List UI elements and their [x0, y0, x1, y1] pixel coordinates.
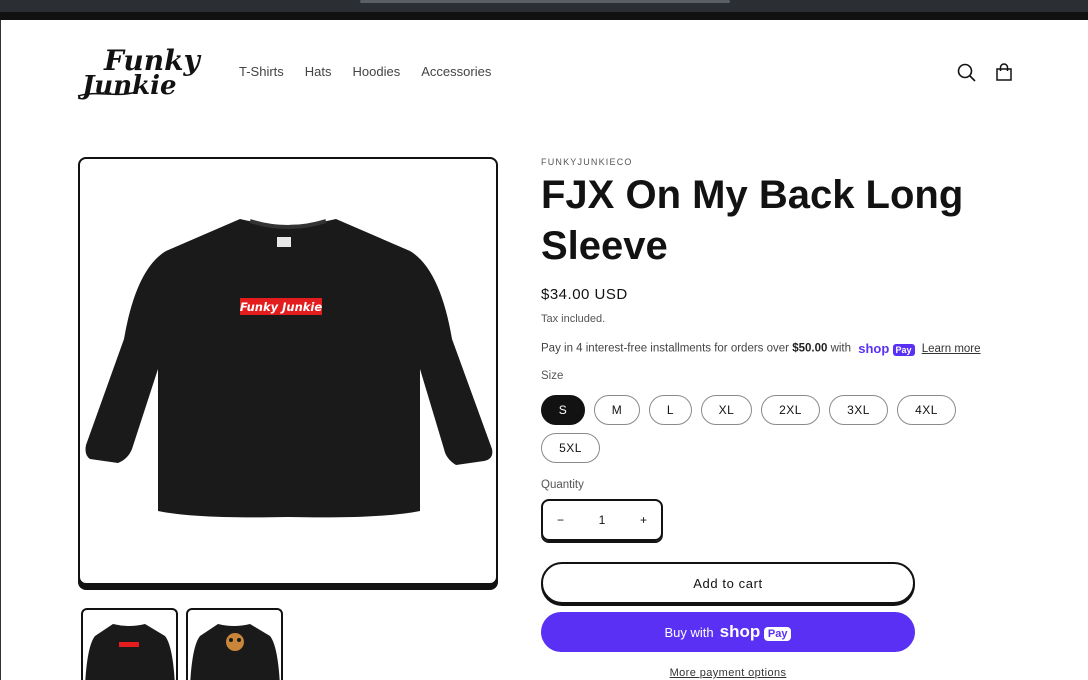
nav-item-tshirts[interactable]: T-Shirts — [239, 64, 284, 79]
product-price: $34.00 USD — [541, 286, 628, 303]
thumbnail-front[interactable] — [81, 608, 178, 680]
search-icon[interactable] — [956, 62, 978, 84]
size-option-3xl[interactable]: 3XL — [829, 395, 888, 425]
buy-with-shop-pay-button[interactable]: Buy with shop Pay — [541, 612, 915, 652]
shop-pay-logo-shop: shop — [858, 341, 890, 356]
add-to-cart-button[interactable]: Add to cart — [541, 562, 915, 604]
shop-pay-button-logo: shop Pay — [720, 622, 792, 642]
installments-suffix: with — [827, 342, 852, 355]
shirt-print-text: Funky Junkie — [240, 300, 323, 314]
window-edge — [0, 20, 1, 680]
product-main-image[interactable]: Funky Junkie — [78, 157, 498, 585]
shop-pay-logo: shop Pay — [858, 341, 915, 356]
product-vendor: FUNKYJUNKIECO — [541, 157, 633, 167]
size-option-l[interactable]: L — [649, 395, 692, 425]
thumbnail-back[interactable] — [186, 608, 283, 680]
svg-text:Junkie: Junkie — [77, 71, 177, 101]
size-option-5xl[interactable]: 5XL — [541, 433, 600, 463]
quantity-increase-button[interactable]: + — [640, 513, 647, 527]
nav-item-hats[interactable]: Hats — [305, 64, 332, 79]
quantity-label: Quantity — [541, 479, 584, 491]
installments-prefix: Pay in 4 interest-free installments for … — [541, 342, 793, 355]
size-option-m[interactable]: M — [594, 395, 640, 425]
brand-logo[interactable]: Funky Junkie — [76, 40, 208, 102]
nav-item-accessories[interactable]: Accessories — [421, 64, 491, 79]
size-label: Size — [541, 370, 564, 382]
quantity-decrease-button[interactable]: − — [557, 513, 564, 527]
browser-top-strip — [0, 12, 1088, 20]
quantity-value[interactable]: 1 — [599, 513, 606, 527]
product-title: FJX On My Back Long Sleeve — [541, 173, 964, 268]
installments-message: Pay in 4 interest-free installments for … — [541, 341, 981, 356]
buy-with-label: Buy with — [664, 624, 714, 640]
size-option-s[interactable]: S — [541, 395, 585, 425]
size-option-2xl[interactable]: 2XL — [761, 395, 820, 425]
quantity-stepper: − 1 + — [541, 499, 663, 541]
address-bar-edge — [360, 0, 730, 3]
installments-amount: $50.00 — [792, 342, 828, 355]
main-nav: T-Shirts Hats Hoodies Accessories — [239, 64, 512, 79]
learn-more-link[interactable]: Learn more — [922, 343, 981, 355]
size-option-xl[interactable]: XL — [701, 395, 752, 425]
more-payment-options-link[interactable]: More payment options — [541, 667, 915, 679]
shop-pay-button-pay: Pay — [763, 626, 792, 641]
browser-top-bar — [0, 0, 1088, 20]
shop-pay-button-shop: shop — [719, 622, 761, 641]
cart-icon[interactable] — [993, 62, 1015, 84]
tax-note: Tax included. — [541, 313, 606, 325]
shop-pay-logo-pay: Pay — [892, 344, 915, 356]
size-option-4xl[interactable]: 4XL — [897, 395, 956, 425]
nav-item-hoodies[interactable]: Hoodies — [353, 64, 401, 79]
